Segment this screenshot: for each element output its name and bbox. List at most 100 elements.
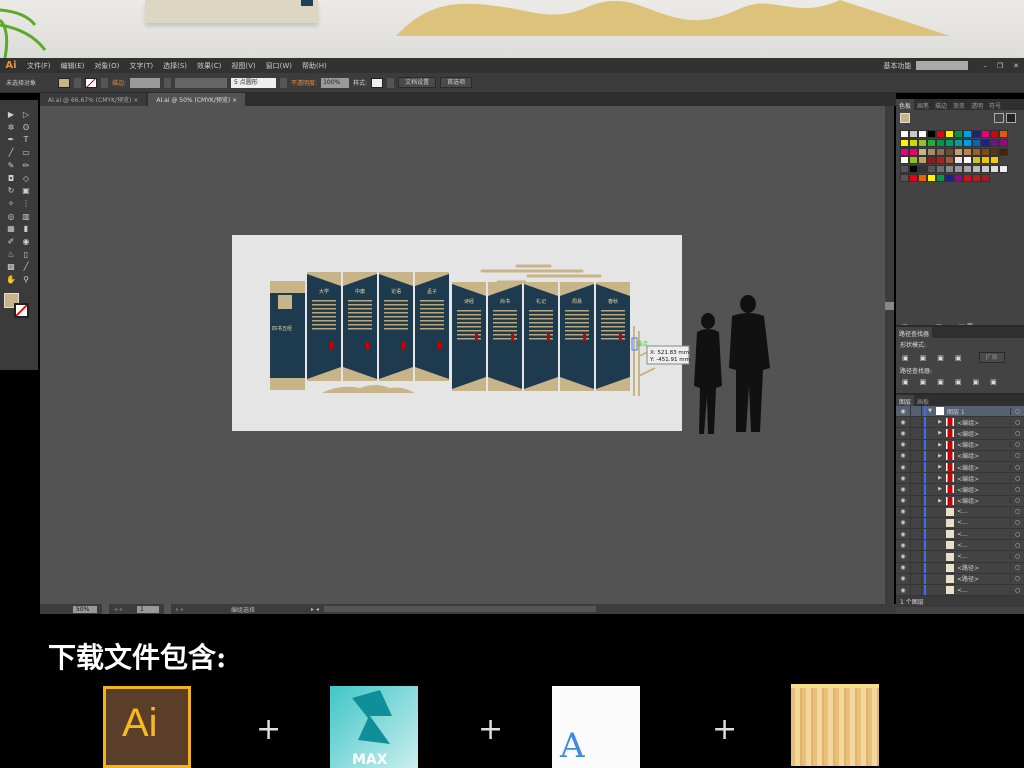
close-button[interactable]: ✕ (1013, 62, 1019, 70)
workspace-switcher[interactable]: 基本功能 (883, 61, 911, 71)
panel-tab[interactable]: 图层 (896, 395, 915, 406)
menu-item[interactable]: 视图(V) (231, 61, 255, 71)
color-swatch[interactable] (909, 165, 918, 174)
color-swatch[interactable] (954, 165, 963, 174)
color-swatch[interactable] (954, 130, 963, 138)
restore-button[interactable]: ❐ (997, 62, 1003, 70)
visibility-eye-icon[interactable]: ◉ (896, 587, 910, 594)
visibility-eye-icon[interactable]: ◉ (896, 475, 910, 482)
layer-row[interactable]: ◉ <... ○ (896, 585, 1024, 597)
color-swatch[interactable] (981, 173, 990, 182)
layer-row[interactable]: ◉ <... ○ (896, 529, 1024, 541)
color-swatch[interactable] (954, 173, 963, 182)
color-swatch[interactable] (909, 173, 918, 182)
document-tab[interactable]: AI.ai @ 50% (CMYK/预览) × (148, 93, 246, 106)
exhibit-panel[interactable]: 大学 (307, 272, 341, 381)
visibility-eye-icon[interactable]: ◉ (896, 408, 910, 415)
stroke-weight-dropdown[interactable] (164, 77, 172, 88)
color-swatch[interactable] (900, 165, 909, 174)
style-dropdown[interactable] (387, 77, 395, 88)
color-swatch[interactable] (981, 138, 990, 147)
menu-item[interactable]: 对象(O) (94, 61, 119, 71)
tool-icon[interactable]: ⚲ (21, 275, 31, 284)
color-swatch[interactable] (945, 147, 954, 156)
panel-tab[interactable]: 符号 (986, 99, 1004, 110)
layer-row[interactable]: ◉ ▶ <编组> ○ (896, 484, 1024, 496)
color-swatch[interactable] (909, 156, 918, 165)
menu-item[interactable]: 选择(S) (163, 61, 187, 71)
visibility-eye-icon[interactable]: ◉ (896, 441, 910, 448)
target-icon[interactable]: ○ (1010, 541, 1024, 549)
visibility-eye-icon[interactable]: ◉ (896, 419, 910, 426)
lock-toggle[interactable] (910, 439, 922, 450)
layer-row[interactable]: ◉ <... ○ (896, 551, 1024, 563)
lock-toggle[interactable] (910, 495, 922, 506)
color-swatch[interactable] (981, 165, 990, 174)
expand-arrow-icon[interactable]: ▶ (926, 464, 942, 470)
color-swatch[interactable] (936, 156, 945, 165)
opacity-label[interactable]: 不透明度: (291, 78, 317, 87)
visibility-eye-icon[interactable]: ◉ (896, 553, 910, 560)
lock-toggle[interactable] (910, 506, 922, 517)
minus-front-icon[interactable]: ▣ (920, 354, 927, 362)
target-icon[interactable]: ○ (1010, 485, 1024, 493)
color-swatch[interactable] (900, 130, 909, 138)
intersect-icon[interactable]: ▣ (937, 354, 944, 362)
exhibit-panel[interactable]: 诗经 (452, 282, 486, 391)
target-icon[interactable]: ○ (1010, 508, 1024, 516)
exhibit-panel[interactable]: 礼记 (524, 282, 558, 391)
tool-icon[interactable]: ↻ (6, 186, 16, 195)
brush-field[interactable]: 5 点圆形 (231, 77, 277, 88)
color-swatch[interactable] (936, 147, 945, 156)
opacity-field[interactable]: 100% (321, 77, 350, 88)
color-swatch[interactable] (927, 165, 936, 174)
target-icon[interactable]: ○ (1010, 463, 1024, 471)
visibility-eye-icon[interactable]: ◉ (896, 486, 910, 493)
exhibit-panel[interactable]: 春秋 (596, 282, 630, 391)
layer-row[interactable]: ◉ ▶ <编组> ○ (896, 439, 1024, 451)
target-icon[interactable]: ○ (1010, 429, 1024, 437)
tool-icon[interactable]: ▦ (6, 224, 16, 233)
color-swatch[interactable] (999, 165, 1008, 174)
lock-toggle[interactable] (910, 450, 922, 461)
expand-button[interactable]: 扩展 (978, 352, 1005, 363)
visibility-eye-icon[interactable]: ◉ (896, 430, 910, 437)
visibility-eye-icon[interactable]: ◉ (896, 497, 910, 504)
color-swatch[interactable] (900, 173, 909, 182)
layer-row[interactable]: ◉ <... ○ (896, 517, 1024, 530)
lock-toggle[interactable] (910, 540, 922, 551)
artboard-field[interactable]: 1 (137, 605, 159, 613)
search-input[interactable] (916, 61, 969, 70)
color-swatch[interactable] (963, 130, 972, 138)
color-swatch[interactable] (972, 165, 981, 174)
color-swatch[interactable] (990, 147, 999, 156)
color-swatch[interactable] (918, 156, 927, 165)
minimize-button[interactable]: – (983, 62, 987, 70)
vertical-scrollbar[interactable] (885, 106, 894, 604)
layer-row[interactable]: ◉ <路径> ○ (896, 573, 1024, 585)
tool-icon[interactable]: ʘ (21, 123, 31, 132)
lock-toggle[interactable] (910, 461, 922, 473)
target-icon[interactable]: ○ (1010, 586, 1024, 594)
tool-icon[interactable]: ▮ (21, 224, 31, 233)
lock-toggle[interactable] (910, 417, 922, 428)
exhibit-panel[interactable]: 尚书 (488, 282, 522, 391)
expand-arrow-icon[interactable]: ▶ (926, 475, 942, 481)
color-swatch[interactable] (936, 165, 945, 174)
stroke-color-box[interactable] (14, 303, 29, 318)
expand-arrow-icon[interactable]: ▶ (926, 430, 942, 436)
fill-swatch[interactable] (58, 77, 70, 88)
zoom-dropdown[interactable] (102, 604, 109, 614)
color-swatch[interactable] (945, 138, 954, 147)
tool-icon[interactable]: ▭ (21, 148, 31, 157)
color-swatch[interactable] (936, 138, 945, 147)
tool-icon[interactable]: ✲ (6, 123, 16, 132)
color-swatch[interactable] (945, 156, 954, 165)
layer-row[interactable]: ◉ ▶ <编组> ○ (896, 461, 1024, 474)
color-swatch[interactable] (918, 173, 927, 182)
expand-arrow-icon[interactable]: ▶ (926, 453, 942, 459)
menu-item[interactable]: 效果(C) (197, 61, 221, 71)
panel-tab[interactable]: 描边 (932, 99, 950, 110)
visibility-eye-icon[interactable]: ◉ (896, 452, 910, 459)
color-swatch[interactable] (990, 138, 999, 147)
